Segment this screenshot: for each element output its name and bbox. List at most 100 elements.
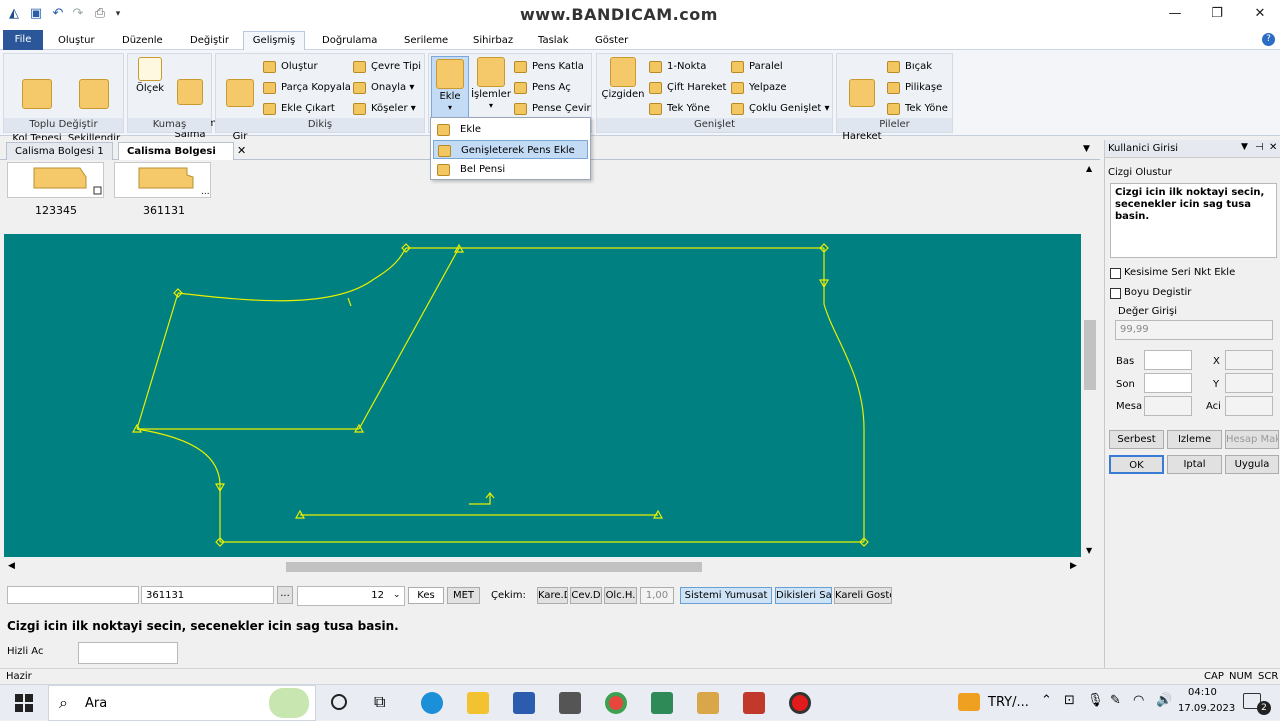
- cad-app-icon[interactable]: [743, 692, 765, 714]
- panel-close-icon[interactable]: ✕: [1269, 142, 1277, 153]
- pen-icon[interactable]: ✎: [1110, 693, 1121, 708]
- cortana-icon[interactable]: [331, 694, 347, 710]
- x-input[interactable]: [1225, 350, 1273, 370]
- piece-thumbnail[interactable]: [7, 162, 104, 198]
- redo-icon[interactable]: ↷: [70, 6, 86, 22]
- islemler-button[interactable]: İşlemler ▾: [471, 57, 511, 111]
- kesisime-checkbox[interactable]: [1110, 268, 1121, 279]
- olustur-button[interactable]: Oluştur: [263, 58, 318, 76]
- boyu-degistir-checkbox[interactable]: [1110, 288, 1121, 299]
- menu-goster[interactable]: Göster: [591, 32, 632, 49]
- kare-d-button[interactable]: Kare.D: [537, 587, 568, 604]
- kes-field[interactable]: Kes: [408, 587, 444, 604]
- scroll-left-icon[interactable]: ◀: [8, 561, 15, 571]
- tek-yone-button[interactable]: Tek Yöne: [649, 100, 710, 118]
- olc-h-button[interactable]: Olc.H.: [604, 587, 637, 604]
- aci-input[interactable]: [1225, 396, 1273, 416]
- chevron-up-icon[interactable]: ⌃: [1041, 693, 1052, 708]
- olcek-button[interactable]: Ölçek: [133, 57, 167, 94]
- piece-code-field[interactable]: 361131: [141, 586, 274, 604]
- izleme-button[interactable]: Izleme: [1167, 430, 1222, 449]
- mail-icon[interactable]: [559, 692, 581, 714]
- iptal-button[interactable]: Iptal: [1167, 455, 1222, 474]
- piece-name-field[interactable]: [7, 586, 139, 604]
- piece-thumbnail[interactable]: ...: [114, 162, 211, 198]
- pens-ac-button[interactable]: Pens Aç: [514, 79, 571, 97]
- app-icon-folder[interactable]: [697, 692, 719, 714]
- clock-date[interactable]: 17.09.2023: [1178, 703, 1235, 714]
- ekle-cikart-button[interactable]: Ekle Çıkart: [263, 100, 335, 118]
- met-button[interactable]: MET: [447, 587, 480, 604]
- currency-text[interactable]: TRY/...: [988, 695, 1029, 710]
- yelpaze-button[interactable]: Yelpaze: [731, 79, 787, 97]
- factor-field[interactable]: 1,00: [640, 587, 674, 604]
- network-icon[interactable]: ⊡: [1064, 693, 1075, 708]
- currency-widget-icon[interactable]: [958, 693, 980, 711]
- hesap-makinesi-button[interactable]: Hesap Mak: [1225, 430, 1279, 449]
- tab-calisma-bolgesi-1[interactable]: Calisma Bolgesi 1: [6, 142, 113, 160]
- bicak-button[interactable]: Bıçak: [887, 58, 932, 76]
- scroll-thumb[interactable]: [1084, 320, 1096, 390]
- menu-duzenle[interactable]: Düzenle: [118, 32, 167, 49]
- drawing-canvas[interactable]: [4, 234, 1081, 557]
- file-menu[interactable]: File: [3, 30, 43, 50]
- pin-icon[interactable]: ⊣: [1255, 142, 1264, 153]
- wifi-icon[interactable]: ◠: [1133, 693, 1144, 708]
- print-icon[interactable]: ⎙: [92, 6, 108, 22]
- edge-icon[interactable]: [421, 692, 443, 714]
- mesafe-input[interactable]: [1144, 396, 1192, 416]
- windows-start-icon[interactable]: [15, 694, 33, 712]
- browse-button[interactable]: ...: [277, 586, 293, 604]
- cift-hareket-button[interactable]: Çift Hareket: [649, 79, 726, 97]
- coklu-genislet-button[interactable]: Çoklu Genişlet ▾: [731, 100, 829, 118]
- tab-list-dropdown-icon[interactable]: ▼: [1083, 144, 1090, 154]
- vertical-scrollbar[interactable]: ▲ ▼: [1082, 160, 1098, 560]
- sistemi-yumusat-button[interactable]: Sistemi Yumusat: [680, 587, 772, 604]
- minimize-button[interactable]: —: [1160, 4, 1190, 24]
- scroll-down-icon[interactable]: ▼: [1086, 546, 1092, 555]
- scroll-up-icon[interactable]: ▲: [1086, 164, 1092, 173]
- menu-gelismis[interactable]: Gelişmiş: [243, 31, 305, 50]
- task-view-icon[interactable]: ⧉: [374, 692, 385, 712]
- panel-dropdown-icon[interactable]: ▼: [1241, 142, 1248, 152]
- help-icon[interactable]: ?: [1262, 33, 1275, 46]
- cift-hareket-pile-button[interactable]: Çift Hareket: [840, 57, 884, 153]
- horizontal-scrollbar[interactable]: ◀ ▶: [4, 559, 1082, 575]
- maximize-button[interactable]: ❐: [1202, 4, 1232, 24]
- word-icon[interactable]: [513, 692, 535, 714]
- menu-item-bel-pensi[interactable]: Bel Pensi: [433, 160, 588, 179]
- cevre-tipi-button[interactable]: Çevre Tipi: [353, 58, 421, 76]
- menu-olustur[interactable]: Oluştur: [54, 32, 99, 49]
- pense-cevir-button[interactable]: Pense Çevir: [514, 100, 591, 118]
- onayla-button[interactable]: Onayla ▾: [353, 79, 414, 97]
- kareli-goster-button[interactable]: Kareli Goster: [834, 587, 892, 604]
- clock-time[interactable]: 04:10: [1188, 687, 1217, 698]
- cev-d-button[interactable]: Cev.D: [570, 587, 602, 604]
- ok-button[interactable]: OK: [1109, 455, 1164, 474]
- close-tab-icon[interactable]: ✕: [237, 144, 246, 157]
- microphone-icon[interactable]: 🎙: [1087, 693, 1104, 708]
- ekle-button[interactable]: Ekle ▾: [431, 56, 469, 118]
- undo-icon[interactable]: ↶: [50, 6, 66, 22]
- son-input[interactable]: [1144, 373, 1192, 393]
- value-input[interactable]: 99,99: [1115, 320, 1273, 340]
- dikisleri-sakla-button[interactable]: Dikisleri Sakla: [775, 587, 832, 604]
- menu-degistir[interactable]: Değiştir: [186, 32, 233, 49]
- scroll-right-icon[interactable]: ▶: [1070, 561, 1077, 571]
- menu-item-genisleterek-pens-ekle[interactable]: Genişleterek Pens Ekle: [433, 140, 588, 159]
- scroll-thumb[interactable]: [286, 562, 702, 572]
- y-input[interactable]: [1225, 373, 1273, 393]
- search-box[interactable]: ⌕ Ara: [48, 685, 316, 721]
- pens-katla-button[interactable]: Pens Katla: [514, 58, 584, 76]
- volume-icon[interactable]: 🔊: [1156, 693, 1172, 708]
- menu-taslak[interactable]: Taslak: [534, 32, 573, 49]
- menu-sihirbaz[interactable]: Sihirbaz: [469, 32, 517, 49]
- bir-nokta-button[interactable]: 1-Nokta: [649, 58, 706, 76]
- tek-yone-pile-button[interactable]: Tek Yöne: [887, 100, 948, 118]
- menu-item-ekle[interactable]: Ekle: [433, 120, 588, 139]
- miktari-gir-button[interactable]: Miktarı Gir: [221, 57, 274, 153]
- cizgiden-button[interactable]: Çizgiden: [600, 57, 646, 100]
- hizli-ac-input[interactable]: [78, 642, 178, 664]
- paralel-button[interactable]: Paralel: [731, 58, 783, 76]
- tab-calisma-bolgesi-2[interactable]: Calisma Bolgesi 2: [118, 142, 234, 174]
